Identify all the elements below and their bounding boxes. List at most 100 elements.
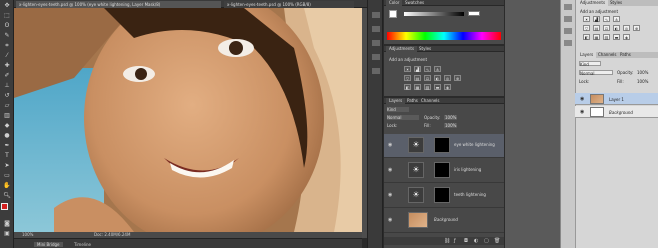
levels-icon[interactable]: ▟ [593, 16, 600, 22]
visibility-eye-icon[interactable]: ◉ [388, 143, 394, 148]
shape-tool-icon[interactable]: ▭ [2, 172, 12, 180]
layer-row[interactable]: ◉ ☀ eye white lightening [384, 134, 504, 158]
document-tab-active[interactable]: x-lighten-eyes-teeth.psd @ 100% (eye whi… [16, 1, 221, 8]
selective-color-icon[interactable]: ◈ [444, 84, 451, 90]
opacity-field[interactable]: 100% [444, 115, 458, 120]
panel-icon[interactable] [564, 40, 572, 46]
threshold-icon[interactable]: ▨ [603, 34, 610, 40]
panel-icon[interactable] [564, 16, 572, 22]
clone-stamp-tool-icon[interactable]: ⊥ [2, 82, 12, 90]
new-layer-icon[interactable]: ▢ [484, 238, 489, 244]
tab-adjustments[interactable]: Adjustments [577, 0, 609, 6]
character-panel-icon[interactable] [372, 54, 380, 60]
curves-icon[interactable]: ∿ [603, 16, 610, 22]
marquee-tool-icon[interactable]: ⬚ [2, 12, 12, 20]
layer-name[interactable]: teeth lightening [454, 192, 486, 197]
tab-paths[interactable]: Paths [617, 52, 634, 58]
exposure-icon[interactable]: ± [613, 16, 620, 22]
hue-saturation-icon[interactable]: ▤ [593, 25, 600, 31]
invert-icon[interactable]: ◧ [404, 84, 411, 90]
tab-styles[interactable]: Styles [416, 46, 434, 52]
layer-name[interactable]: Layer 1 [609, 97, 624, 102]
history-panel-icon[interactable] [372, 12, 380, 18]
dodge-tool-icon[interactable]: ● [2, 132, 12, 140]
fill-field[interactable]: 100% [444, 123, 458, 128]
filter-kind-dropdown[interactable]: Kind [579, 61, 601, 67]
layer-mask-thumbnail[interactable] [434, 187, 450, 203]
tab-styles[interactable]: Styles [607, 0, 625, 6]
zoom-tool-icon[interactable]: 🔍︎ [2, 192, 12, 200]
screen-mode-icon[interactable]: ▣ [2, 230, 12, 238]
tab-layers[interactable]: Layers [577, 52, 597, 58]
color-ramp[interactable] [387, 32, 501, 40]
color-balance-icon[interactable]: ⚖ [603, 25, 610, 31]
tab-mini-bridge[interactable]: Mini Bridge [34, 242, 63, 247]
brightness-icon[interactable]: ☀ [583, 16, 590, 22]
tab-channels[interactable]: Channels [595, 52, 620, 58]
path-select-tool-icon[interactable]: ➤ [2, 162, 12, 170]
photo-filter-icon[interactable]: ◎ [444, 75, 451, 81]
channel-mixer-icon[interactable]: ⊕ [454, 75, 461, 81]
gradient-tool-icon[interactable]: ▥ [2, 112, 12, 120]
healing-tool-icon[interactable]: ✚ [2, 62, 12, 70]
document-canvas[interactable] [14, 8, 362, 232]
levels-icon[interactable]: ▟ [414, 66, 421, 72]
hue-saturation-icon[interactable]: ▤ [414, 75, 421, 81]
tab-color[interactable]: Color [386, 0, 403, 6]
new-adjustment-icon[interactable]: ◐ [474, 238, 478, 244]
layer-name[interactable]: Background [609, 110, 633, 115]
move-tool-icon[interactable]: ✥ [2, 2, 12, 10]
layer-name[interactable]: Background [434, 217, 458, 222]
posterize-icon[interactable]: ▦ [593, 34, 600, 40]
threshold-icon[interactable]: ▨ [424, 84, 431, 90]
tab-adjustments[interactable]: Adjustments [386, 46, 418, 52]
blur-tool-icon[interactable]: ◆ [2, 122, 12, 130]
layer-name[interactable]: iris lightening [454, 167, 481, 172]
layer-mask-thumbnail[interactable] [434, 137, 450, 153]
history-brush-tool-icon[interactable]: ↺ [2, 92, 12, 100]
visibility-eye-icon[interactable]: ◉ [388, 193, 394, 198]
fill-field[interactable]: 100% [637, 79, 648, 84]
photo-filter-icon[interactable]: ◎ [623, 25, 630, 31]
quick-mask-icon[interactable]: ◙ [2, 220, 12, 228]
opacity-field[interactable]: 100% [637, 70, 648, 75]
foreground-swatch[interactable] [389, 10, 397, 18]
layer-row[interactable]: ◉ ☀ teeth lightening [384, 184, 504, 208]
brush-tool-icon[interactable]: ✐ [2, 72, 12, 80]
blend-mode-dropdown[interactable]: Normal [387, 115, 419, 120]
exposure-icon[interactable]: ± [434, 66, 441, 72]
color-balance-icon[interactable]: ⚖ [424, 75, 431, 81]
layer-row[interactable]: ◉ Background [384, 209, 504, 233]
crop-tool-icon[interactable]: ⌗ [2, 42, 12, 50]
type-tool-icon[interactable]: T [2, 152, 12, 160]
tab-channels[interactable]: Channels [418, 98, 443, 104]
brightness-icon[interactable]: ☀ [404, 66, 411, 72]
visibility-eye-icon[interactable]: ◉ [580, 96, 584, 102]
info-panel-icon[interactable] [372, 40, 380, 46]
color-slider[interactable] [404, 12, 464, 16]
black-white-icon[interactable]: ◐ [434, 75, 441, 81]
pen-tool-icon[interactable]: ✒ [2, 142, 12, 150]
quick-select-tool-icon[interactable]: ✎ [2, 32, 12, 40]
tab-swatches[interactable]: Swatches [402, 0, 427, 6]
eraser-tool-icon[interactable]: ▱ [2, 102, 12, 110]
curves-icon[interactable]: ∿ [424, 66, 431, 72]
color-value-field[interactable] [468, 11, 480, 16]
panel-icon[interactable] [564, 28, 572, 34]
layer-row[interactable]: ◉ Background [575, 106, 658, 118]
trash-icon[interactable]: 🗑︎ [494, 238, 500, 244]
lasso-tool-icon[interactable]: ʘ [2, 22, 12, 30]
fx-icon[interactable]: ƒ [454, 238, 456, 244]
paragraph-panel-icon[interactable] [372, 68, 380, 74]
visibility-eye-icon[interactable]: ◉ [388, 218, 394, 223]
layer-mask-thumbnail[interactable] [434, 162, 450, 178]
hand-tool-icon[interactable]: ✋ [2, 182, 12, 190]
invert-icon[interactable]: ◧ [583, 34, 590, 40]
vibrance-icon[interactable]: ▽ [404, 75, 411, 81]
blend-mode-dropdown[interactable]: Normal [579, 70, 613, 76]
tab-timeline[interactable]: Timeline [74, 242, 91, 247]
layer-row[interactable]: ◉ ☀ iris lightening [384, 159, 504, 183]
foreground-color-swatch[interactable] [1, 203, 8, 210]
layer-row[interactable]: ◉ Layer 1 [575, 93, 658, 105]
link-layers-icon[interactable]: ⛓ [444, 238, 450, 244]
